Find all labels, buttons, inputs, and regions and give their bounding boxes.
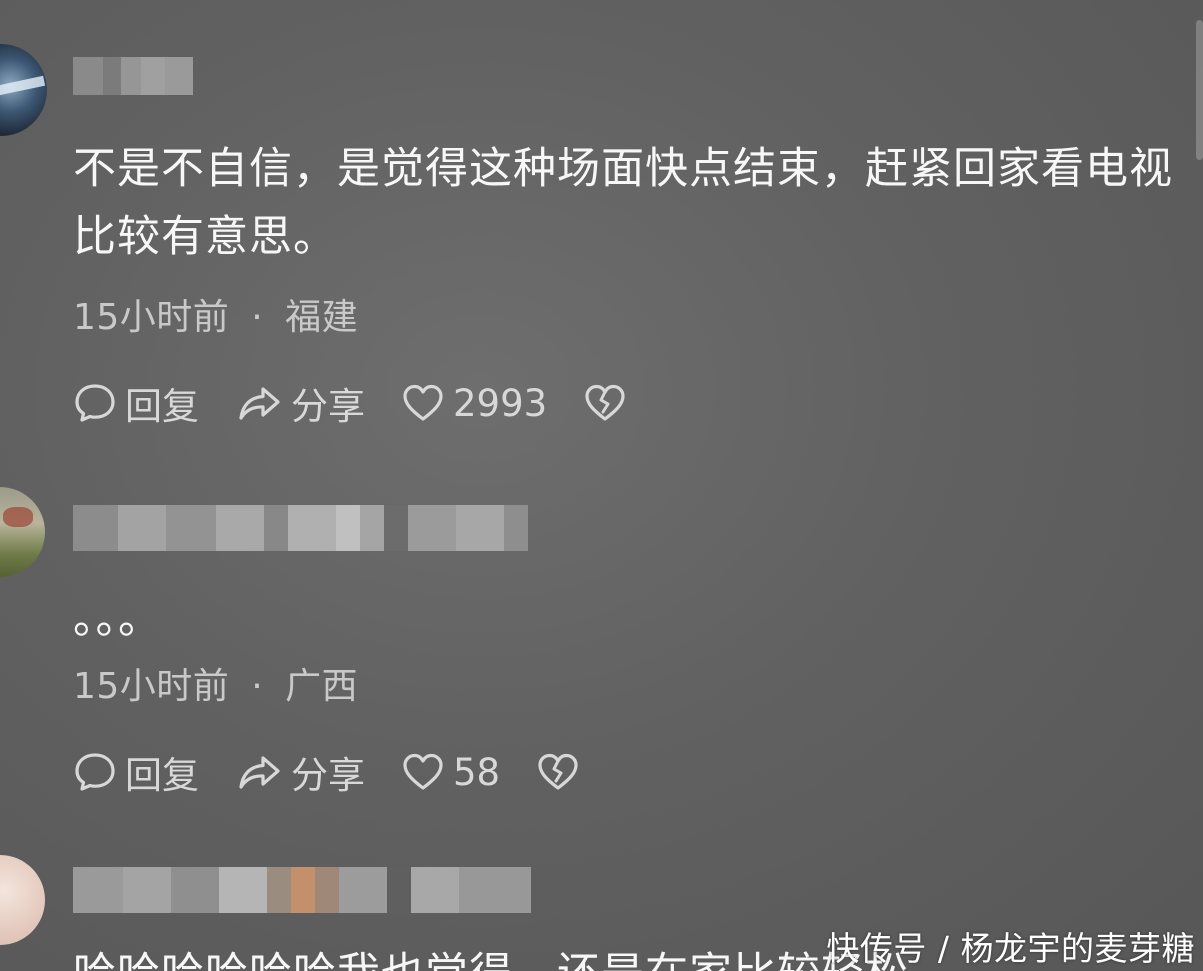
scrollbar[interactable] xyxy=(1196,20,1203,160)
action-bar: 回复 分享 2993 xyxy=(73,378,671,428)
reply-button[interactable]: 回复 xyxy=(73,745,199,799)
avatar[interactable] xyxy=(0,855,45,945)
share-button[interactable]: 分享 xyxy=(235,745,365,799)
like-button[interactable]: 2993 xyxy=(401,381,547,425)
comment-time: 15小时前 xyxy=(73,297,230,338)
comment-time: 15小时前 xyxy=(73,666,230,707)
broken-heart-icon xyxy=(585,384,625,421)
reply-bubble-icon xyxy=(75,384,115,422)
username-pixelated[interactable] xyxy=(73,867,531,913)
comment-text: 不是不自信，是觉得这种场面快点结束，赶紧回家看电视比较有意思。 xyxy=(73,144,1173,262)
comment-meta: 15小时前 · 广西 xyxy=(73,657,358,709)
avatar[interactable] xyxy=(0,44,47,136)
share-label: 分享 xyxy=(291,385,365,428)
dislike-button[interactable] xyxy=(583,381,635,425)
username-pixelated[interactable] xyxy=(73,505,528,551)
username-pixelated[interactable] xyxy=(73,57,193,95)
like-button[interactable]: 58 xyxy=(401,750,500,794)
heart-icon xyxy=(403,753,443,790)
share-arrow-icon xyxy=(239,387,280,420)
heart-icon xyxy=(403,384,443,421)
like-count: 58 xyxy=(453,750,501,794)
reply-label: 回复 xyxy=(125,754,199,797)
reply-bubble-icon xyxy=(75,753,115,791)
action-bar: 回复 分享 58 xyxy=(73,747,624,797)
avatar[interactable] xyxy=(0,487,45,577)
watermark: 快传号 / 杨龙宇的麦芽糖 xyxy=(826,929,1195,968)
share-arrow-icon xyxy=(239,756,280,789)
meta-separator: · xyxy=(251,666,264,707)
share-button[interactable]: 分享 xyxy=(235,376,365,430)
share-label: 分享 xyxy=(291,754,365,797)
dislike-button[interactable] xyxy=(536,750,588,794)
comment-location: 广西 xyxy=(285,666,359,707)
broken-heart-icon xyxy=(538,753,578,790)
meta-separator: · xyxy=(251,297,264,338)
reply-label: 回复 xyxy=(125,385,199,428)
like-count: 2993 xyxy=(453,381,548,425)
comment-text: 。。。 xyxy=(73,594,162,644)
comment-meta: 15小时前 · 福建 xyxy=(73,288,358,340)
comment-location: 福建 xyxy=(285,297,359,338)
reply-button[interactable]: 回复 xyxy=(73,376,199,430)
